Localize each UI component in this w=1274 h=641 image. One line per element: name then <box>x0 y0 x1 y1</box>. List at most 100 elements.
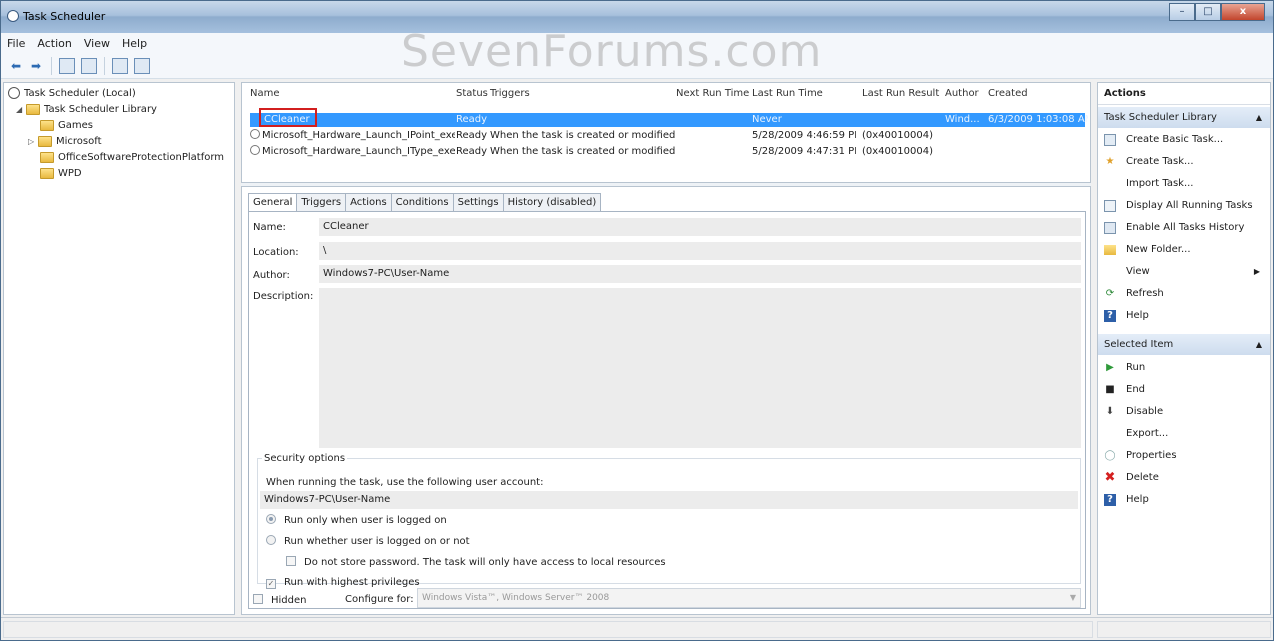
navigation-tree: Task Scheduler (Local) ◢ Task Scheduler … <box>3 82 235 615</box>
menu-file[interactable]: File <box>7 37 25 50</box>
tab-general[interactable]: General <box>248 193 298 212</box>
submenu-arrow-icon: ▶ <box>1253 267 1260 276</box>
description-field[interactable] <box>319 288 1081 448</box>
show-hide-tree-icon[interactable] <box>81 57 97 74</box>
maximize-button[interactable]: □ <box>1195 3 1221 21</box>
checkbox-icon[interactable] <box>286 556 296 566</box>
task-triggers: When the task is created or modified <box>490 130 676 141</box>
tree-item-label: OfficeSoftwareProtectionPlatform <box>58 151 225 163</box>
table-row[interactable]: CCleaner Ready Never Wind... 6/3/2009 1:… <box>250 113 1088 127</box>
security-options-group: Security options When running the task, … <box>257 453 1081 589</box>
up-folder-icon[interactable] <box>59 57 75 74</box>
expand-arrow-icon[interactable]: ▷ <box>28 137 38 146</box>
task-name-text: Microsoft_Hardware_Launch_IType_exe <box>262 146 455 157</box>
status-panel <box>3 621 1093 638</box>
tab-conditions[interactable]: Conditions <box>390 193 454 211</box>
collapse-up-icon[interactable]: ▲ <box>1256 334 1262 355</box>
column-header-last-run[interactable]: Last Run Time <box>752 86 823 102</box>
column-header-next-run[interactable]: Next Run Time <box>676 86 749 102</box>
action-help-selected[interactable]: ? Help <box>1098 489 1270 511</box>
tab-settings[interactable]: Settings <box>452 193 504 211</box>
highest-privileges-checkbox[interactable]: ✓ Run with highest privileges <box>266 577 420 589</box>
action-run[interactable]: ▶ Run <box>1098 357 1270 379</box>
configure-for-select[interactable]: Windows Vista™, Windows Server™ 2008 ▼ <box>417 588 1081 608</box>
radio-button-icon[interactable] <box>266 514 276 524</box>
help-icon[interactable] <box>112 57 128 74</box>
tree-item-library[interactable]: ◢ Task Scheduler Library <box>16 101 157 117</box>
hidden-checkbox[interactable]: Hidden <box>253 594 306 606</box>
show-hide-action-pane-icon[interactable] <box>134 57 150 74</box>
menu-help[interactable]: Help <box>122 37 147 50</box>
action-label: Create Task... <box>1126 156 1194 167</box>
menu-action[interactable]: Action <box>37 37 71 50</box>
column-header-name[interactable]: Name <box>250 86 280 102</box>
collapse-arrow-icon[interactable]: ◢ <box>16 105 26 114</box>
action-delete[interactable]: ✖ Delete <box>1098 467 1270 489</box>
radio-run-logged-on[interactable]: Run only when user is logged on <box>266 514 447 526</box>
close-button[interactable]: x <box>1221 3 1265 21</box>
action-label: New Folder... <box>1126 244 1191 255</box>
action-label: Run <box>1126 362 1146 373</box>
radio-button-icon[interactable] <box>266 535 276 545</box>
checkbox-checked-icon[interactable]: ✓ <box>266 579 276 589</box>
column-header-created[interactable]: Created <box>988 86 1028 102</box>
tree-item-games[interactable]: Games <box>40 117 93 133</box>
tab-triggers[interactable]: Triggers <box>296 193 347 211</box>
tab-history[interactable]: History (disabled) <box>502 193 602 211</box>
tree-item-office[interactable]: OfficeSoftwareProtectionPlatform <box>40 149 224 165</box>
folder-icon <box>1104 245 1116 255</box>
action-create-task[interactable]: ★ Create Task... <box>1098 151 1270 173</box>
action-disable[interactable]: ⬇ Disable <box>1098 401 1270 423</box>
highlight-annotation <box>259 108 317 127</box>
action-enable-history[interactable]: Enable All Tasks History <box>1098 217 1270 239</box>
action-properties[interactable]: ◯ Properties <box>1098 445 1270 467</box>
details-tabs: General Triggers Actions Conditions Sett… <box>248 193 602 212</box>
tab-actions[interactable]: Actions <box>345 193 392 211</box>
location-field: \ <box>319 242 1081 260</box>
column-header-status[interactable]: Status <box>456 86 488 102</box>
task-triggers <box>490 113 670 127</box>
help-icon: ? <box>1104 494 1116 506</box>
action-refresh[interactable]: ⟳ Refresh <box>1098 283 1270 305</box>
collapse-up-icon[interactable]: ▲ <box>1256 107 1262 128</box>
folder-icon <box>40 119 54 131</box>
radio-label: Run only when user is logged on <box>284 515 447 526</box>
action-import-task[interactable]: Import Task... <box>1098 173 1270 195</box>
window-title: Task Scheduler <box>23 10 106 23</box>
location-label: Location: <box>253 247 299 258</box>
radio-run-whether[interactable]: Run whether user is logged on or not <box>266 535 470 547</box>
action-new-folder[interactable]: New Folder... <box>1098 239 1270 261</box>
name-field[interactable]: CCleaner <box>319 218 1081 236</box>
checkbox-icon[interactable] <box>253 594 263 604</box>
tree-root[interactable]: Task Scheduler (Local) <box>8 85 136 101</box>
column-header-author[interactable]: Author <box>945 86 979 102</box>
table-row[interactable]: Microsoft_Hardware_Launch_IType_exe Read… <box>250 145 1085 159</box>
column-header-triggers[interactable]: Triggers <box>490 86 530 102</box>
back-arrow-icon[interactable]: ⬅ <box>7 57 25 75</box>
tree-item-wpd[interactable]: WPD <box>40 165 82 181</box>
properties-icon: ◯ <box>1104 450 1116 461</box>
action-export[interactable]: Export... <box>1098 423 1270 445</box>
disable-arrow-icon: ⬇ <box>1105 406 1115 417</box>
minimize-button[interactable]: – <box>1169 3 1195 21</box>
section-header-selected-item[interactable]: Selected Item ▲ <box>1098 334 1270 355</box>
tree-item-microsoft[interactable]: ▷ Microsoft <box>28 133 102 149</box>
radio-label: Run whether user is logged on or not <box>284 536 470 547</box>
action-view[interactable]: View ▶ <box>1098 261 1270 283</box>
action-create-basic-task[interactable]: Create Basic Task... <box>1098 129 1270 151</box>
task-result: (0x40010004) <box>862 130 933 141</box>
section-header-library[interactable]: Task Scheduler Library ▲ <box>1098 107 1270 128</box>
configure-for-label: Configure for: <box>345 594 414 605</box>
action-end[interactable]: ■ End <box>1098 379 1270 401</box>
do-not-store-password-checkbox[interactable]: Do not store password. The task will onl… <box>286 556 666 568</box>
column-header-last-result[interactable]: Last Run Result <box>862 86 939 102</box>
tree-item-label: Games <box>58 119 93 131</box>
task-list: Name Status Triggers Next Run Time Last … <box>241 82 1091 183</box>
forward-arrow-icon[interactable]: ➡ <box>27 57 45 75</box>
table-row[interactable]: Microsoft_Hardware_Launch_IPoint_exe Rea… <box>250 129 1085 143</box>
action-display-running[interactable]: Display All Running Tasks <box>1098 195 1270 217</box>
action-label: Display All Running Tasks <box>1126 200 1253 211</box>
window-controls: – □ x <box>1169 3 1265 23</box>
menu-view[interactable]: View <box>84 37 110 50</box>
action-help[interactable]: ? Help <box>1098 305 1270 327</box>
